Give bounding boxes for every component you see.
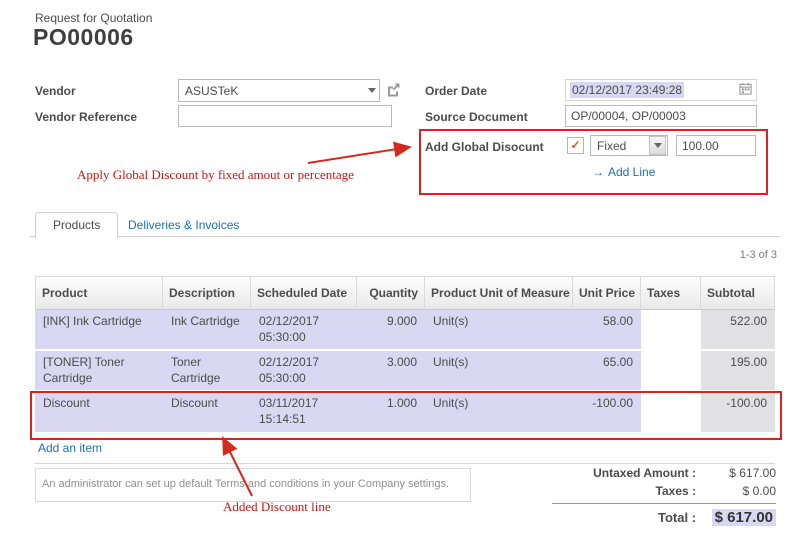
- global-discount-label: Add Global Disocunt: [425, 140, 544, 154]
- cell-uom[interactable]: Unit(s): [425, 310, 573, 351]
- add-an-item-link[interactable]: Add an item: [38, 441, 102, 455]
- cell-subtotal[interactable]: 195.00: [701, 351, 775, 392]
- cell-quantity[interactable]: 1.000: [357, 392, 425, 433]
- untaxed-amount-label: Untaxed Amount :: [593, 466, 696, 480]
- column-header-unit-price[interactable]: Unit Price: [573, 276, 641, 310]
- cell-uom[interactable]: Unit(s): [425, 392, 573, 433]
- external-link-icon[interactable]: [386, 82, 401, 100]
- cell-subtotal[interactable]: -100.00: [701, 392, 775, 433]
- taxes-row: Taxes : $ 0.00: [552, 484, 776, 498]
- page-title: PO00006: [33, 24, 134, 51]
- cell-quantity[interactable]: 3.000: [357, 351, 425, 392]
- cell-taxes[interactable]: [641, 310, 701, 351]
- vendor-reference-input[interactable]: [178, 105, 392, 127]
- table-header-row: Product Description Scheduled Date Quant…: [35, 276, 775, 310]
- purchase-order-page: Request for Quotation PO00006 Vendor ASU…: [0, 0, 810, 546]
- source-document-input[interactable]: [565, 105, 757, 127]
- terms-note: An administrator can set up default Term…: [35, 468, 471, 502]
- order-line-row[interactable]: [INK] Ink Cartridge Ink Cartridge 02/12/…: [35, 310, 775, 351]
- annotation-note-global-discount: Apply Global Discount by fixed amout or …: [77, 167, 354, 183]
- order-line-row-discount[interactable]: Discount Discount 03/11/2017 15:14:51 1.…: [35, 392, 775, 433]
- column-header-product[interactable]: Product: [35, 276, 163, 310]
- total-row: Total : $ 617.00: [552, 509, 776, 526]
- total-label: Total :: [658, 510, 696, 525]
- add-item-row: Add an item: [35, 434, 775, 464]
- column-header-subtotal[interactable]: Subtotal: [701, 276, 775, 310]
- vendor-select-value: ASUSTeK: [185, 84, 238, 98]
- source-document-label: Source Document: [425, 110, 528, 124]
- chevron-down-icon: [368, 88, 376, 93]
- order-date-value: 02/12/2017 23:49:28: [570, 82, 684, 98]
- order-date-field[interactable]: 02/12/2017 23:49:28: [565, 79, 757, 101]
- column-header-quantity[interactable]: Quantity: [357, 276, 425, 310]
- tabbar-divider: [30, 236, 780, 237]
- cell-product[interactable]: Discount: [35, 392, 163, 433]
- column-header-description[interactable]: Description: [163, 276, 251, 310]
- pager-range: 1-3 of 3: [740, 249, 777, 261]
- vendor-reference-label: Vendor Reference: [35, 110, 137, 124]
- order-lines-section: Product Description Scheduled Date Quant…: [35, 276, 775, 464]
- discount-type-select[interactable]: Fixed: [590, 135, 668, 156]
- totals-divider: [552, 503, 776, 504]
- cell-unit-price[interactable]: 65.00: [573, 351, 641, 392]
- order-date-label: Order Date: [425, 84, 487, 98]
- cell-unit-price[interactable]: -100.00: [573, 392, 641, 433]
- cell-subtotal[interactable]: 522.00: [701, 310, 775, 351]
- order-lines-table: Product Description Scheduled Date Quant…: [35, 276, 775, 434]
- cell-product[interactable]: [TONER] Toner Cartridge: [35, 351, 163, 392]
- untaxed-amount-value: $ 617.00: [696, 466, 776, 480]
- chevron-down-icon: [654, 143, 662, 148]
- column-header-uom[interactable]: Product Unit of Measure: [425, 276, 573, 310]
- untaxed-row: Untaxed Amount : $ 617.00: [552, 466, 776, 480]
- cell-taxes[interactable]: [641, 351, 701, 392]
- calendar-icon[interactable]: [739, 82, 752, 98]
- add-line-arrow-icon: →: [592, 165, 604, 179]
- taxes-label: Taxes :: [656, 484, 696, 498]
- vendor-select[interactable]: ASUSTeK: [178, 79, 380, 102]
- annotation-note-discount-line: Added Discount line: [223, 499, 331, 515]
- global-discount-checkbox[interactable]: ✓: [567, 137, 584, 154]
- discount-amount-input[interactable]: [676, 135, 756, 156]
- add-line-label: Add Line: [608, 165, 655, 179]
- cell-description[interactable]: Discount: [163, 392, 251, 433]
- add-line-link[interactable]: → Add Line: [592, 165, 655, 179]
- cell-description[interactable]: Ink Cartridge: [163, 310, 251, 351]
- cell-uom[interactable]: Unit(s): [425, 351, 573, 392]
- cell-taxes[interactable]: [641, 392, 701, 433]
- tab-products[interactable]: Products: [35, 212, 118, 238]
- total-value: $ 617.00: [712, 509, 776, 526]
- vendor-label: Vendor: [35, 84, 76, 98]
- select-button: [649, 136, 666, 155]
- order-line-row[interactable]: [TONER] Toner Cartridge Toner Cartridge …: [35, 351, 775, 392]
- discount-type-value: Fixed: [597, 139, 626, 153]
- column-header-scheduled-date[interactable]: Scheduled Date: [251, 276, 357, 310]
- totals-block: Untaxed Amount : $ 617.00 Taxes : $ 0.00…: [552, 466, 776, 530]
- arrow-to-global-discount: [308, 147, 410, 163]
- record-type-label: Request for Quotation: [35, 11, 152, 25]
- tab-deliveries-invoices[interactable]: Deliveries & Invoices: [128, 218, 239, 232]
- cell-scheduled-date[interactable]: 03/11/2017 15:14:51: [251, 392, 357, 433]
- column-header-taxes[interactable]: Taxes: [641, 276, 701, 310]
- cell-quantity[interactable]: 9.000: [357, 310, 425, 351]
- cell-scheduled-date[interactable]: 02/12/2017 05:30:00: [251, 310, 357, 351]
- cell-product[interactable]: [INK] Ink Cartridge: [35, 310, 163, 351]
- cell-unit-price[interactable]: 58.00: [573, 310, 641, 351]
- total-value-wrap: $ 617.00: [696, 509, 776, 526]
- cell-scheduled-date[interactable]: 02/12/2017 05:30:00: [251, 351, 357, 392]
- taxes-value: $ 0.00: [696, 484, 776, 498]
- cell-description[interactable]: Toner Cartridge: [163, 351, 251, 392]
